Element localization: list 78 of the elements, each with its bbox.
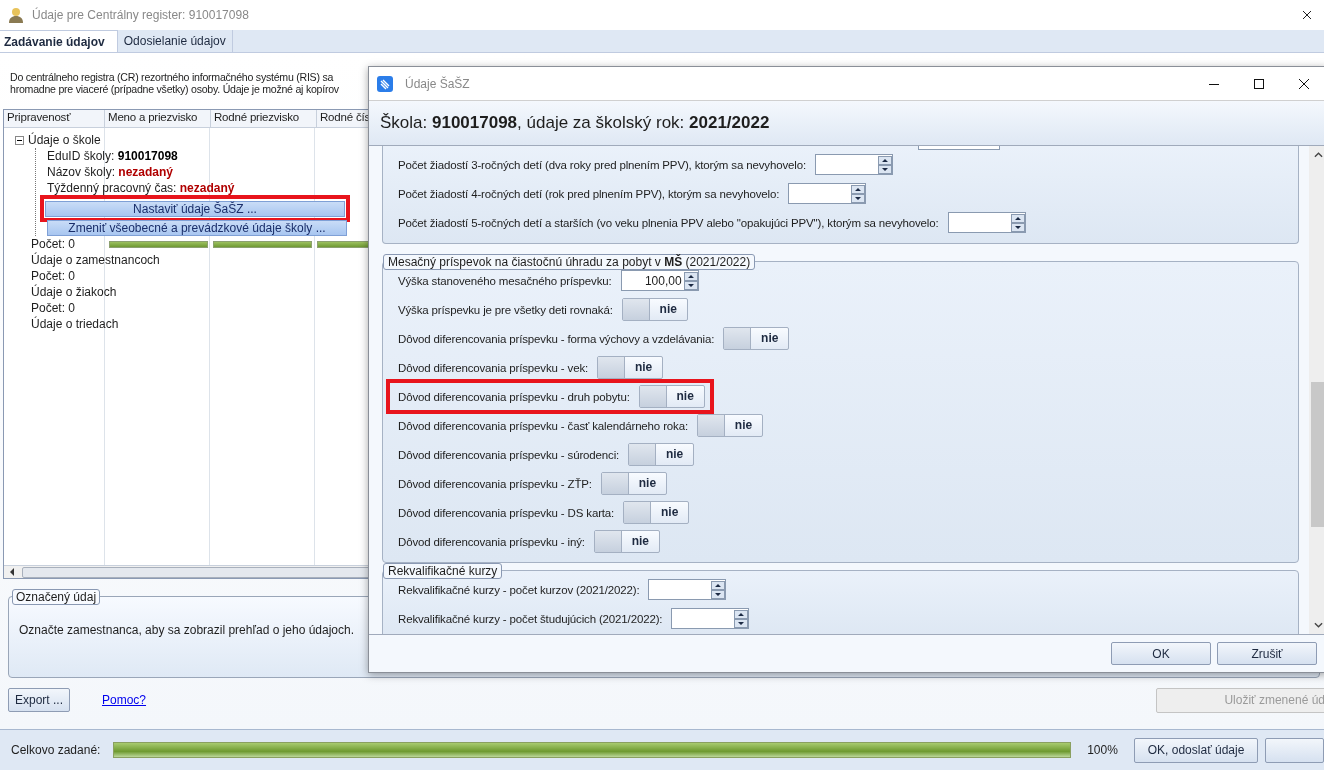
description-text: Do centrálneho registra (CR) rezortného informačného systému (RIS) sa — [10, 71, 334, 83]
window-title: Údaje pre Centrálny register: 910017098 — [32, 8, 249, 22]
button[interactable] — [1264, 737, 1324, 763]
field-label: Počet žiadostí 5-ročných detí a starších (vo veku plnenia PPV alebo "opakujúci PPV"), ktorým sa nevyhovelo: — [398, 216, 939, 229]
toggle-switch[interactable]: nie — [723, 327, 790, 350]
toggle-switch[interactable]: nie — [621, 298, 688, 321]
column-header[interactable]: Pripravenosť — [4, 110, 105, 127]
tab[interactable]: Zadávanie údajov — [0, 30, 118, 52]
field-label: Dôvod diferencovania príspevku - ZŤP: — [398, 477, 592, 490]
tree-item[interactable]: Názov školy: nezadaný — [47, 164, 174, 180]
tab[interactable]: Odosielanie údajov — [117, 30, 233, 52]
dialog-button[interactable]: Zrušiť — [1217, 642, 1317, 665]
field-label: Dôvod diferencovania príspevku - vek: — [398, 361, 589, 374]
close-icon[interactable] — [1299, 78, 1309, 89]
tree-button[interactable]: Nastaviť údaje ŠaŠZ ... — [45, 201, 345, 217]
tree-item[interactable]: Údaje o triedach — [4, 316, 119, 332]
field-label: Rekvalifikačné kurzy - počet študujúcich (2021/2022): — [398, 612, 663, 625]
app-icon — [377, 75, 393, 92]
description-text: hromadne pre viaceré (prípadne všetky) osoby. Údaje je možné aj kopírov — [10, 83, 339, 95]
number-field[interactable] — [788, 183, 867, 204]
spinner-arrows-icon[interactable] — [851, 184, 866, 203]
help-link[interactable]: Pomoc? — [102, 693, 147, 707]
toggle-switch[interactable]: nie — [697, 414, 763, 437]
toggle-switch[interactable]: nie — [593, 530, 660, 553]
toggle-switch[interactable]: nie — [628, 443, 695, 466]
group-title: Označený údaj — [12, 589, 101, 605]
info-text: Označte zamestnanca, aby sa zobrazil prehľad o jeho údajoch. — [19, 623, 355, 637]
toggle-switch[interactable]: nie — [638, 385, 705, 408]
field-label: Dôvod diferencovania príspevku - DS karta: — [398, 506, 615, 519]
field-label: Výška stanoveného mesačného príspevku: — [398, 274, 612, 287]
toggle-switch[interactable]: nie — [597, 356, 664, 379]
tree-item[interactable]: Údaje o žiakoch — [4, 284, 117, 300]
number-field[interactable]: 100,00 — [620, 270, 699, 291]
column-header[interactable]: Meno a priezvisko — [105, 110, 211, 127]
number-field[interactable] — [648, 579, 727, 600]
toggle-switch[interactable]: nie — [600, 472, 667, 495]
field-label: Dôvod diferencovania príspevku - súrodenci: — [398, 448, 620, 461]
group-title: Rekvalifikačné kurzy — [383, 563, 503, 579]
close-icon[interactable] — [1302, 10, 1312, 20]
toggle-switch[interactable]: nie — [623, 501, 690, 524]
group-title: Mesačný príspevok na čiastočnú úhradu za pobyt v MŠ (2021/2022) — [383, 254, 756, 270]
number-field[interactable] — [671, 608, 750, 629]
field-label: Výška príspevku je pre všetky deti rovnaká: — [398, 303, 613, 316]
field-label: Dôvod diferencovania príspevku - iný: — [398, 535, 585, 548]
field-label: Dôvod diferencovania príspevku - forma výchovy a vzdelávania: — [398, 332, 715, 345]
field-label: Počet žiadostí 3-ročných detí (dva roky pred plnením PPV), ktorým sa nevyhovelo: — [398, 158, 806, 171]
tree-item[interactable]: Počet: 0 — [4, 236, 104, 252]
tree-item[interactable]: EduID školy: 910017098 — [47, 148, 178, 164]
dialog-heading: Škola: 910017098, údaje za školský rok: 2021/2022 — [380, 113, 770, 133]
dialog-button[interactable]: OK — [1111, 642, 1211, 665]
tree-button[interactable]: Zmeniť všeobecné a prevádzkové údaje školy ... — [47, 220, 347, 236]
left-arrow-icon[interactable] — [8, 567, 16, 577]
number-field[interactable] — [814, 154, 893, 175]
progress-reading: 100% — [1087, 743, 1119, 757]
tree-item[interactable]: Údaje o škole — [28, 133, 101, 147]
tree-item[interactable]: Počet: 0 — [4, 300, 104, 316]
spinner-arrows-icon[interactable] — [877, 155, 892, 174]
dialog-title: Údaje ŠaŠZ — [405, 76, 470, 91]
tree-item[interactable]: Počet: 0 — [4, 268, 104, 284]
spinner-arrows-icon[interactable] — [711, 580, 726, 599]
spinner-arrows-icon[interactable] — [683, 271, 698, 290]
export-button[interactable]: Export ... — [8, 688, 70, 712]
spinner-arrows-icon[interactable] — [734, 609, 749, 628]
field-label: Rekvalifikačné kurzy - počet kurzov (2021/2022): — [398, 583, 640, 596]
spinner-arrows-icon[interactable] — [1010, 213, 1025, 232]
tree-item[interactable]: Údaje o zamestnancoch — [4, 252, 160, 268]
status-label: Celkovo zadané: — [11, 743, 102, 757]
field-label: Počet žiadostí 4-ročných detí (rok pred plnením PPV), ktorým sa nevyhovelo: — [398, 187, 780, 200]
column-header[interactable]: Rodné priezvisko — [211, 110, 317, 127]
number-field[interactable] — [947, 212, 1026, 233]
vertical-scrollbar[interactable] — [1309, 146, 1324, 634]
send-button[interactable]: OK, odoslať údaje — [1134, 737, 1258, 763]
collapse-icon[interactable] — [15, 135, 24, 145]
tree-item[interactable]: Týždenný pracovný čas: nezadaný — [47, 180, 235, 196]
field-label: Dôvod diferencovania príspevku - druh pobytu: — [398, 390, 630, 403]
maximize-icon[interactable] — [1254, 78, 1264, 89]
field-label: Dôvod diferencovania príspevku - časť kalendárneho roka: — [398, 419, 688, 432]
user-icon — [8, 7, 24, 23]
